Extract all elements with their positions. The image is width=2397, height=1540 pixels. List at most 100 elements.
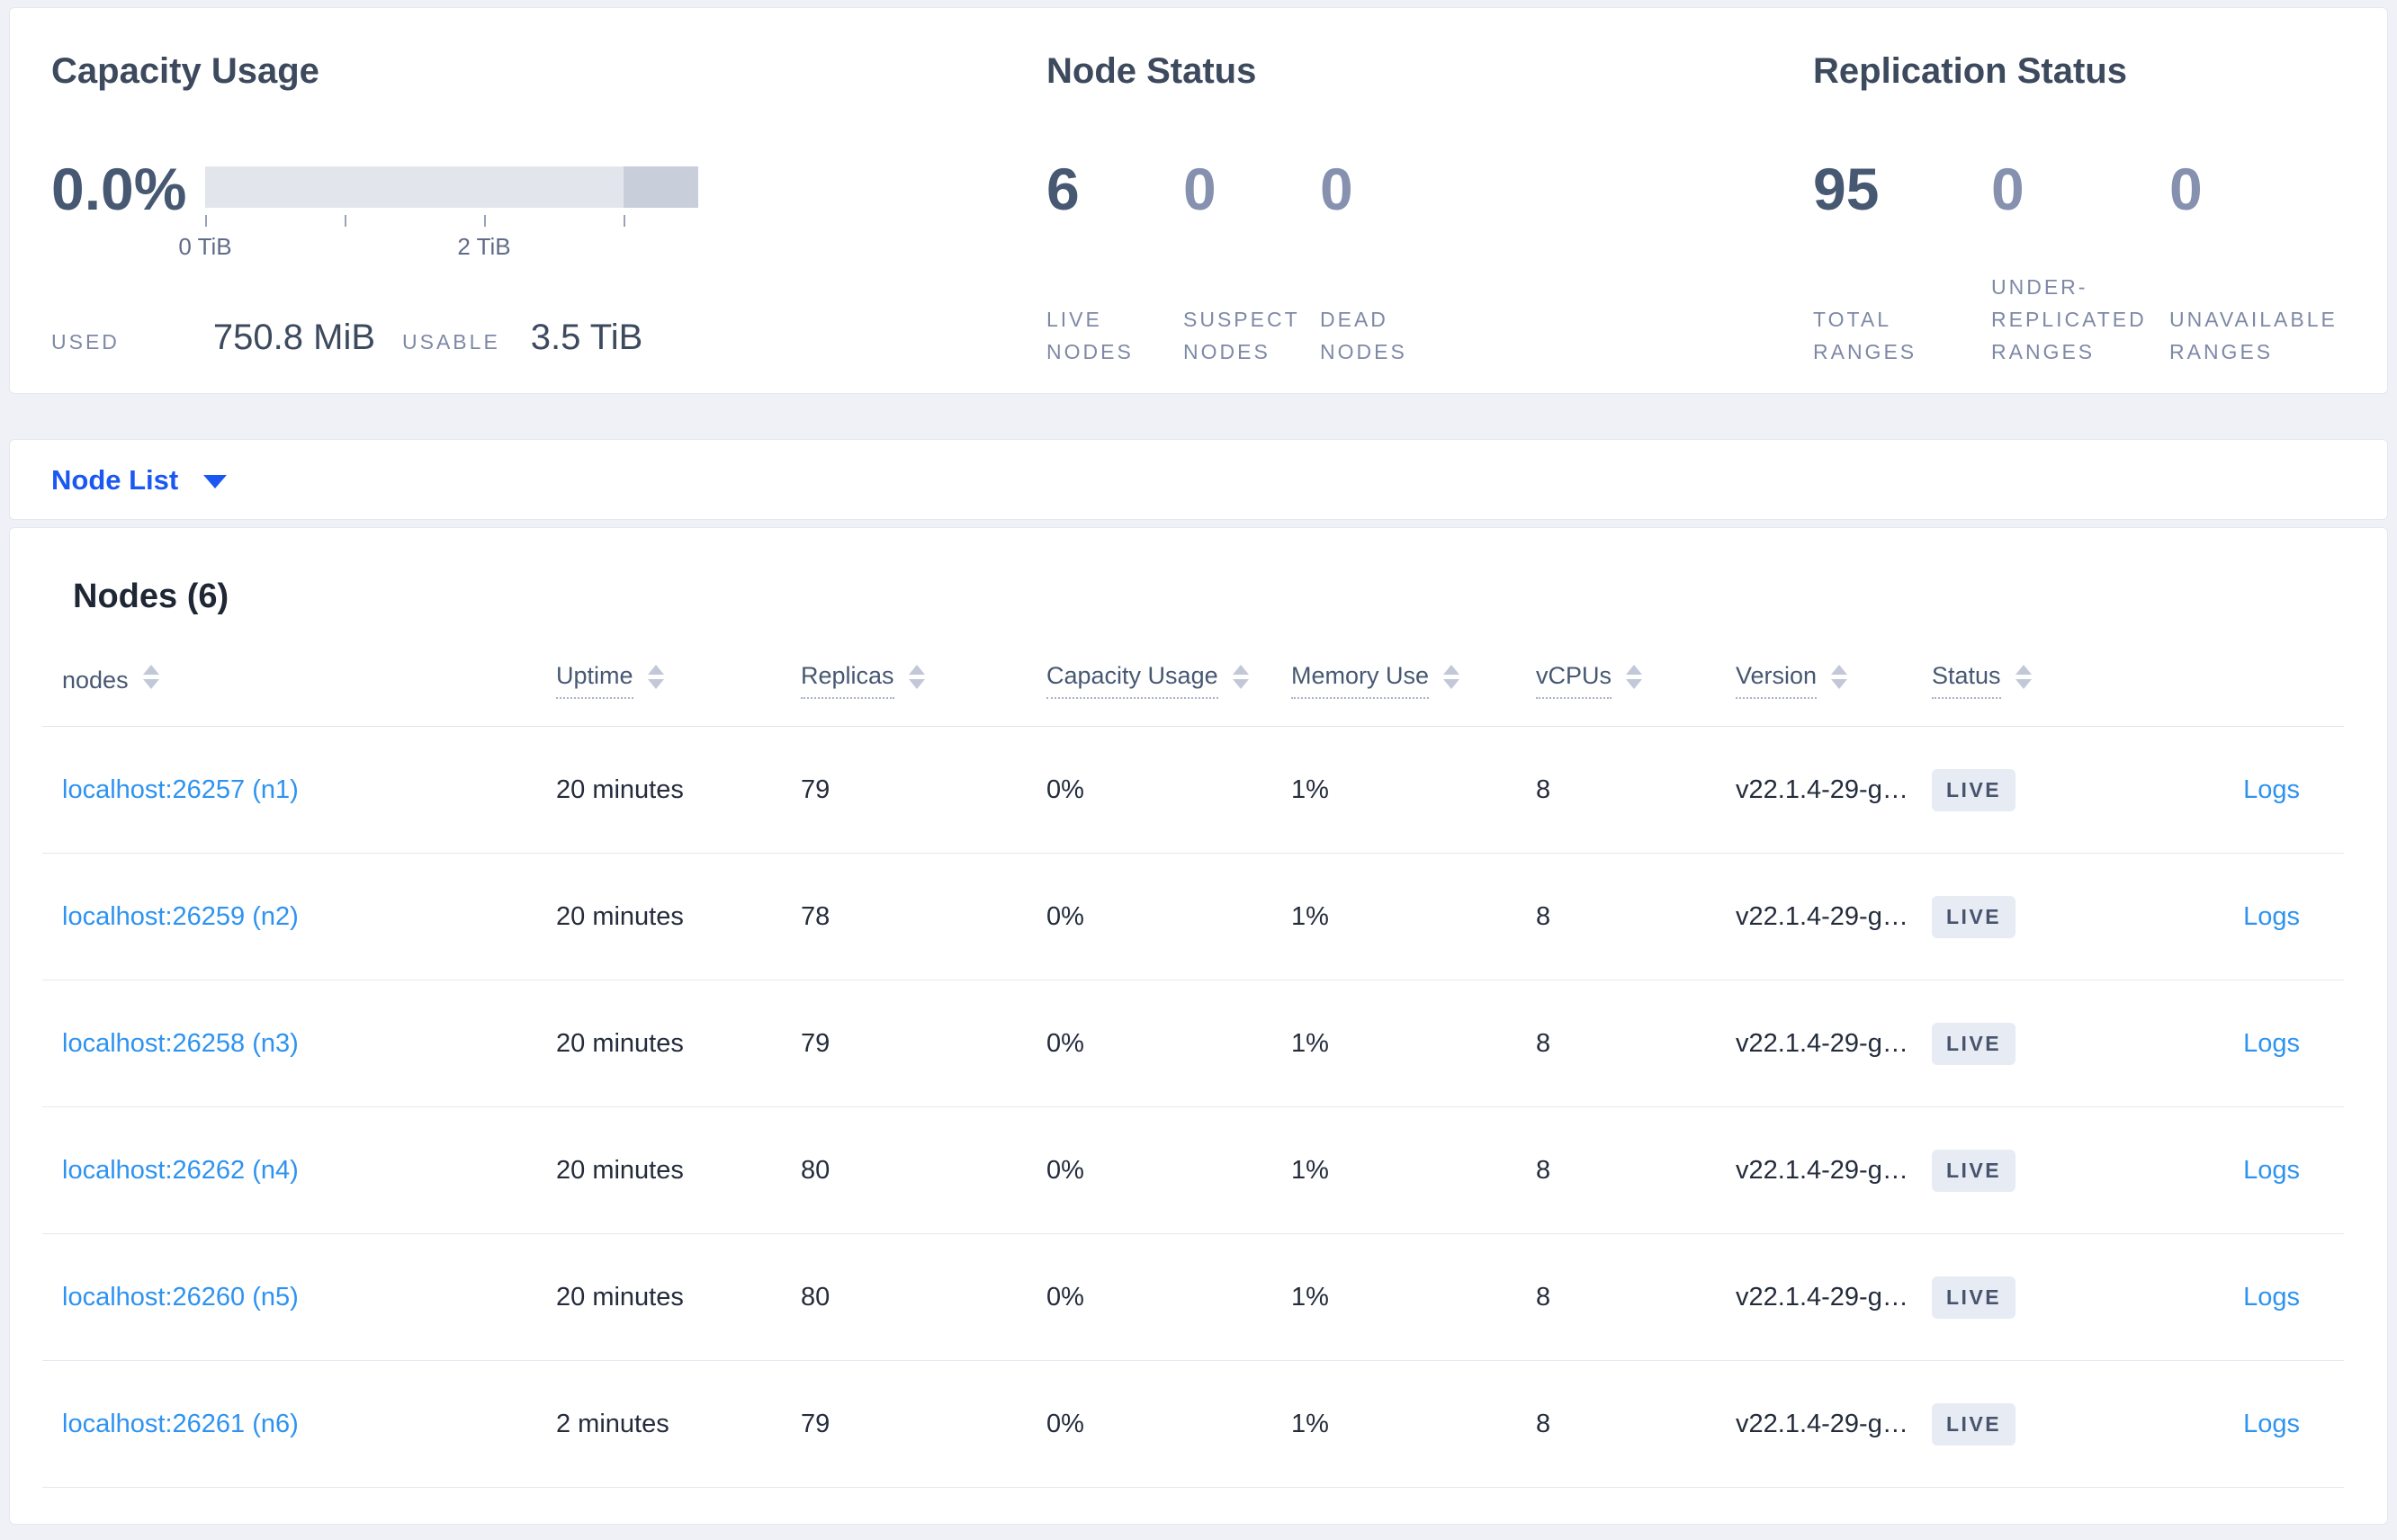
replication-status-stats: 95 TOTAL RANGES 0 UNDER-REPLICATED RANGE… [1813,159,2387,368]
status-cell: LIVE [1912,1276,2103,1319]
under-replicated-ranges-count: 0 [1991,156,2024,222]
logs-link[interactable]: Logs [2103,902,2344,932]
nodes-table: nodes Uptime Replicas Capacity Usage Mem… [42,634,2344,1488]
vcpus-cell: 8 [1536,1155,1551,1185]
capacity-used-percent: 0.0% [51,156,187,222]
sort-icon[interactable] [1831,665,1848,690]
uptime-cell: 20 minutes [556,1282,684,1312]
uptime-cell: 20 minutes [556,901,684,931]
column-header-uptime[interactable]: Uptime [536,661,781,700]
capacity-usage-cell: 0% [1046,901,1084,931]
suspect-nodes-label: SUSPECT NODES [1183,308,1300,363]
axis-tick [345,215,346,227]
nodes-heading: Nodes (6) [73,578,229,615]
under-replicated-ranges-stat: 0 UNDER-REPLICATED RANGES [1991,159,2169,368]
logs-link[interactable]: Logs [2103,1029,2344,1059]
replicas-cell: 79 [801,774,830,804]
axis-tick-label: 0 TiB [178,233,232,260]
suspect-nodes-stat: 0 SUSPECT NODES [1183,159,1320,368]
capacity-usage-section: Capacity Usage 0.0% 0 TiB 2 TiB USED 750… [51,51,1046,393]
status-badge: LIVE [1932,768,2016,811]
version-cell: v22.1.4-29-g… [1736,1155,1908,1185]
status-cell: LIVE [1912,768,2103,811]
logs-link[interactable]: Logs [2103,1283,2344,1312]
column-header-vcpus[interactable]: vCPUs [1516,661,1716,700]
total-ranges-stat: 95 TOTAL RANGES [1813,159,1991,368]
sort-icon[interactable] [1443,665,1460,690]
capacity-bar-reserved-segment [624,166,698,208]
node-address-link[interactable]: localhost:26259 (n2) [42,902,536,932]
dead-nodes-label: DEAD NODES [1320,308,1407,363]
column-header-status[interactable]: Status [1912,661,2103,700]
uptime-cell: 2 minutes [556,1409,669,1438]
status-cell: LIVE [1912,1402,2103,1446]
version-cell: v22.1.4-29-g… [1736,1282,1908,1312]
node-address-link[interactable]: localhost:26258 (n3) [42,1029,536,1059]
status-badge: LIVE [1932,895,2016,938]
node-status-title: Node Status [1046,51,1257,91]
memory-use-cell: 1% [1291,1155,1329,1185]
status-cell: LIVE [1912,895,2103,938]
sort-icon[interactable] [142,665,159,690]
column-header-label: Version [1736,661,1818,700]
column-header-capacity-usage[interactable]: Capacity Usage [1027,661,1271,700]
used-label: USED [51,330,120,354]
live-nodes-count: 6 [1046,156,1080,222]
sort-icon[interactable] [647,665,664,690]
vcpus-cell: 8 [1536,901,1551,931]
sort-icon[interactable] [908,665,925,690]
memory-use-cell: 1% [1291,1409,1329,1438]
logs-link[interactable]: Logs [2103,1410,2344,1439]
usable-label: USABLE [402,330,500,354]
column-header-label: vCPUs [1536,661,1612,700]
node-address-link[interactable]: localhost:26261 (n6) [42,1410,536,1439]
version-cell: v22.1.4-29-g… [1736,774,1908,804]
capacity-usage-title: Capacity Usage [51,51,319,91]
capacity-axis-ticks [205,215,698,228]
unavailable-ranges-stat: 0 UNAVAILABLE RANGES [2169,159,2348,368]
capacity-bar-chart: 0 TiB 2 TiB [178,159,698,260]
table-header-row: nodes Uptime Replicas Capacity Usage Mem… [42,634,2344,727]
uptime-cell: 20 minutes [556,1028,684,1058]
logs-link[interactable]: Logs [2103,1156,2344,1186]
used-value: 750.8 MiB [212,318,376,357]
vcpus-cell: 8 [1536,1409,1551,1438]
node-address-link[interactable]: localhost:26257 (n1) [42,775,536,805]
capacity-axis-labels: 0 TiB 2 TiB [178,233,698,260]
memory-use-cell: 1% [1291,1028,1329,1058]
node-status-stats: 6 LIVE NODES 0 SUSPECT NODES 0 DEAD NODE… [1046,159,1813,368]
vcpus-cell: 8 [1536,774,1551,804]
node-list-dropdown-label: Node List [51,463,179,496]
capacity-bar [205,166,698,208]
under-replicated-ranges-label: UNDER-REPLICATED RANGES [1991,275,2147,363]
live-nodes-label: LIVE NODES [1046,308,1134,363]
status-badge: LIVE [1932,1402,2016,1446]
column-header-nodes[interactable]: nodes [42,665,536,694]
sort-icon[interactable] [1232,665,1249,690]
version-cell: v22.1.4-29-g… [1736,1409,1908,1438]
capacity-usage-chart: 0.0% 0 TiB 2 TiB [51,159,1046,260]
memory-use-cell: 1% [1291,1282,1329,1312]
column-header-label: Status [1932,661,2001,700]
sort-icon[interactable] [2015,665,2032,690]
cluster-summary-card: Capacity Usage 0.0% 0 TiB 2 TiB USED 750… [9,7,2388,394]
node-address-link[interactable]: localhost:26262 (n4) [42,1156,536,1186]
live-nodes-stat: 6 LIVE NODES [1046,159,1183,368]
logs-link[interactable]: Logs [2103,775,2344,805]
memory-use-cell: 1% [1291,774,1329,804]
table-row: localhost:26259 (n2) 20 minutes 78 0% 1%… [42,854,2344,980]
sort-icon[interactable] [1626,665,1643,690]
unavailable-ranges-count: 0 [2169,156,2203,222]
version-cell: v22.1.4-29-g… [1736,901,1908,931]
capacity-usage-cell: 0% [1046,1282,1084,1312]
node-address-link[interactable]: localhost:26260 (n5) [42,1283,536,1312]
column-header-version[interactable]: Version [1716,661,1912,700]
vcpus-cell: 8 [1536,1282,1551,1312]
total-ranges-count: 95 [1813,156,1880,222]
column-header-replicas[interactable]: Replicas [781,661,1027,700]
replicas-cell: 79 [801,1409,830,1438]
column-header-memory-use[interactable]: Memory Use [1271,661,1516,700]
node-list-dropdown[interactable]: Node List [51,463,228,496]
memory-use-cell: 1% [1291,901,1329,931]
axis-tick-label: 2 TiB [457,233,511,260]
